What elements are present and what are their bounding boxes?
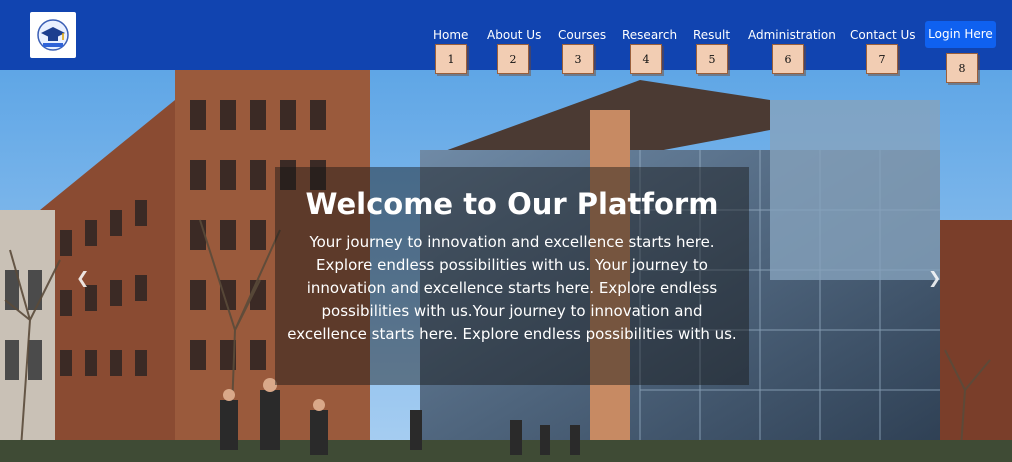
nav-item-about-us[interactable]: About Us — [487, 28, 541, 42]
nav-tag-5: 5 — [696, 44, 728, 74]
nav-tag-2: 2 — [497, 44, 529, 74]
nav-tag-8: 8 — [946, 53, 978, 83]
next-slide-button[interactable]: ❯ — [928, 268, 941, 287]
site-logo[interactable] — [30, 12, 76, 58]
nav-item-courses[interactable]: Courses — [558, 28, 606, 42]
nav-item-contact-us[interactable]: Contact Us — [850, 28, 916, 42]
nav-tag-7: 7 — [866, 44, 898, 74]
nav-tag-3: 3 — [562, 44, 594, 74]
nav-item-result[interactable]: Result — [693, 28, 730, 42]
chevron-right-icon: ❯ — [928, 268, 942, 287]
nav-item-research[interactable]: Research — [622, 28, 677, 42]
hero-description: Your journey to innovation and excellenc… — [287, 233, 737, 343]
nav-tag-1: 1 — [435, 44, 467, 74]
prev-slide-button[interactable]: ❮ — [76, 268, 89, 287]
nav-tag-6: 6 — [772, 44, 804, 74]
nav-item-administration[interactable]: Administration — [748, 28, 836, 42]
graduation-cap-logo-icon — [37, 19, 69, 51]
nav-tag-4: 4 — [630, 44, 662, 74]
nav-item-home[interactable]: Home — [433, 28, 468, 42]
hero-title: Welcome to Our Platform — [305, 187, 719, 221]
login-button[interactable]: Login Here — [925, 21, 996, 48]
chevron-left-icon: ❮ — [76, 268, 90, 287]
